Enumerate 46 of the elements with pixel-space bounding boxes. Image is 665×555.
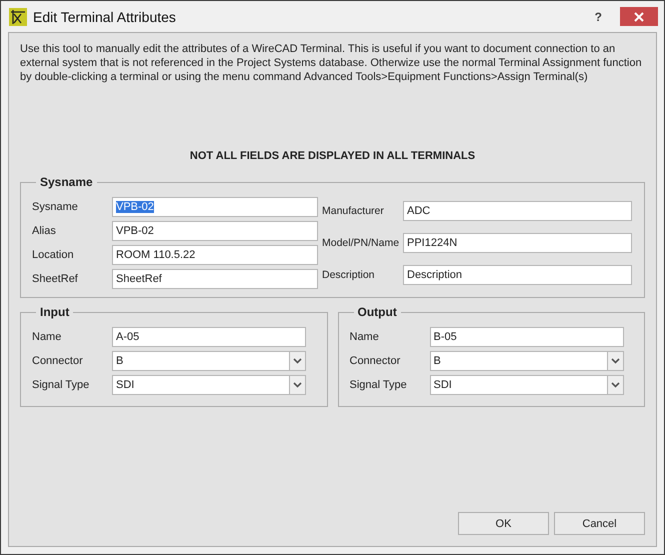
input-field[interactable]: Description	[403, 265, 632, 285]
dropdown-field[interactable]: SDI	[430, 375, 608, 395]
dropdown-button[interactable]	[290, 375, 306, 395]
notice-text: NOT ALL FIELDS ARE DISPLAYED IN ALL TERMINALS	[188, 150, 476, 162]
field-label: Name	[32, 331, 62, 343]
field-label: Signal Type	[350, 379, 408, 391]
dropdown-button[interactable]	[608, 351, 624, 371]
field-label: Location	[32, 249, 75, 261]
input-field[interactable]: ROOM 110.5.22	[112, 245, 318, 265]
input-field[interactable]: VPB-02	[112, 197, 318, 217]
input-field[interactable]: B-05	[430, 327, 624, 347]
chevron-down-icon	[610, 358, 620, 364]
group-title: Output	[356, 305, 398, 319]
chevron-down-icon	[610, 382, 620, 388]
app-icon	[9, 8, 27, 26]
dropdown-button[interactable]	[290, 351, 306, 371]
dialog-button[interactable]: Cancel	[554, 512, 645, 535]
dropdown-field[interactable]: B	[430, 351, 608, 371]
close-button[interactable]	[620, 7, 658, 26]
field-label: Alias	[32, 225, 57, 237]
field-label: Description	[322, 269, 376, 281]
group-title: Input	[39, 305, 70, 319]
input-field[interactable]: SheetRef	[112, 269, 318, 289]
description-text: Use this tool to manually edit the attributes of a WireCAD Terminal. This is useful if you want to document connection to an external system that is not referenced in the Project Systems database. Otherwize use the normal Terminal Assignment function by double-clicking a terminal or using the menu command Advanced Tools>Equipment Functions>Assign Terminal(s)	[20, 42, 643, 84]
field-label: Signal Type	[32, 379, 90, 391]
group-title: Sysname	[39, 175, 94, 189]
chevron-down-icon	[293, 358, 302, 364]
field-label: Sysname	[32, 201, 79, 213]
field-label: SheetRef	[32, 273, 79, 285]
input-field[interactable]: PPI1224N	[403, 233, 632, 253]
field-label: Name	[350, 331, 380, 343]
dropdown-field[interactable]: SDI	[112, 375, 290, 395]
field-label: Connector	[32, 355, 84, 367]
field-label: Connector	[350, 355, 402, 367]
dialog-button[interactable]: OK	[458, 512, 549, 535]
close-icon	[634, 12, 644, 22]
field-label: Model/PN/Name	[322, 237, 400, 249]
field-label: Manufacturer	[322, 205, 385, 217]
dropdown-field[interactable]: B	[112, 351, 290, 371]
chevron-down-icon	[293, 382, 302, 388]
input-field[interactable]: A-05	[112, 327, 306, 347]
input-field[interactable]: VPB-02	[112, 221, 318, 241]
input-field[interactable]: ADC	[403, 201, 632, 221]
window-title: Edit Terminal Attributes	[33, 8, 176, 24]
dropdown-button[interactable]	[608, 375, 624, 395]
help-button[interactable]: ?	[588, 10, 608, 24]
